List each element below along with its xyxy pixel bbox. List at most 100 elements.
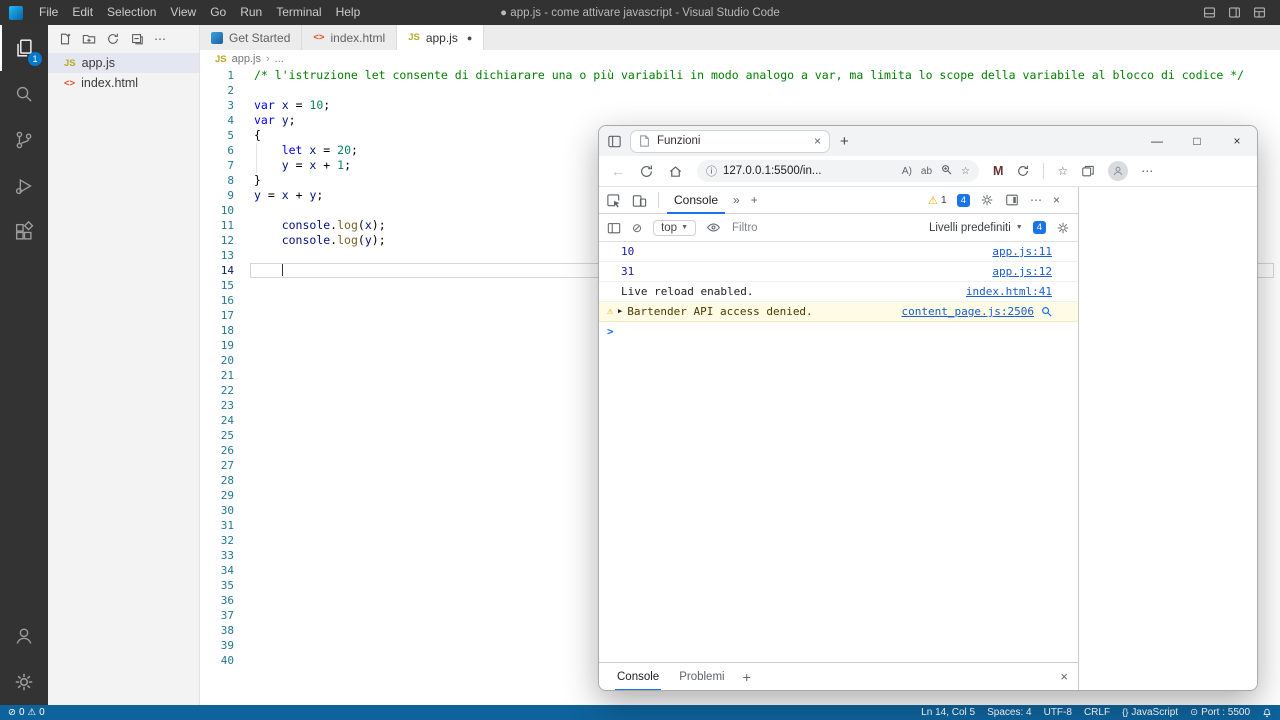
drawer-tab-console[interactable]: Console — [609, 663, 667, 691]
drawer-tab-problems[interactable]: Problemi — [671, 663, 732, 691]
profile-avatar[interactable] — [1108, 161, 1128, 181]
collections-icon[interactable] — [1081, 164, 1095, 178]
add-favorite-star-icon[interactable]: ☆ — [961, 166, 970, 177]
translate-icon[interactable]: ab — [921, 166, 932, 177]
tab-app-js[interactable]: JS app.js ● — [397, 25, 484, 50]
file-item-appjs[interactable]: JS app.js — [48, 53, 199, 73]
notifications-bell-icon[interactable] — [1262, 708, 1272, 718]
zoom-icon[interactable] — [941, 164, 952, 178]
live-server-port[interactable]: ⊙ Port : 5500 — [1190, 707, 1250, 718]
more-tabs-icon[interactable]: » — [733, 193, 740, 207]
modified-dot-icon[interactable]: ● — [467, 33, 472, 43]
breadcrumb[interactable]: JS app.js › ... — [200, 50, 1280, 68]
console-output[interactable]: 10app.js:1131app.js:12Live reload enable… — [599, 242, 1078, 662]
refresh-button[interactable] — [639, 164, 654, 179]
encoding[interactable]: UTF-8 — [1044, 707, 1072, 718]
expand-arrow-icon[interactable]: ▶ — [618, 305, 622, 318]
console-sidebar-icon[interactable] — [607, 221, 621, 235]
settings-gear-icon[interactable] — [0, 659, 48, 705]
tab-actions-menu-icon[interactable] — [607, 134, 622, 149]
source-link[interactable]: content_page.js:2506 — [902, 305, 1034, 318]
toggle-secondary-sidebar-icon[interactable] — [1228, 6, 1241, 19]
browser-menu-icon[interactable]: ⋯ — [1141, 164, 1153, 178]
menu-go[interactable]: Go — [203, 0, 233, 25]
close-window-button[interactable]: × — [1217, 126, 1257, 156]
minimize-window-button[interactable]: — — [1137, 126, 1177, 156]
file-item-indexhtml[interactable]: <> index.html — [48, 73, 199, 93]
menu-run[interactable]: Run — [233, 0, 269, 25]
address-bar[interactable]: ⓘ 127.0.0.1:5500/in... A) ab ☆ — [697, 160, 979, 182]
warnings-count-badge[interactable]: ⚠ 1 — [928, 194, 947, 207]
extensions-icon[interactable] — [0, 209, 48, 255]
explorer-more-icon[interactable]: ⋯ — [154, 32, 166, 46]
console-prompt[interactable]: > — [599, 322, 1078, 341]
inspect-element-icon[interactable] — [606, 193, 621, 208]
menu-view[interactable]: View — [163, 0, 203, 25]
close-drawer-icon[interactable]: × — [1060, 669, 1068, 684]
browser-tab-funzioni[interactable]: Funzioni × — [630, 130, 830, 153]
explorer-icon[interactable]: 1 — [0, 25, 48, 71]
breadcrumb-symbol[interactable]: ... — [275, 53, 284, 65]
code-line[interactable]: 1/* l'istruzione let consente di dichiar… — [200, 68, 1280, 83]
problems-status[interactable]: ⊘ 0 ⚠ 0 — [8, 707, 45, 718]
javascript-context-selector[interactable]: top ▼ — [653, 220, 696, 236]
breadcrumb-file[interactable]: app.js — [232, 53, 261, 65]
messages-count-badge[interactable]: 4 — [957, 194, 970, 207]
add-devtools-tab-icon[interactable]: + — [751, 193, 758, 207]
menu-selection[interactable]: Selection — [100, 0, 163, 25]
maximize-window-button[interactable]: □ — [1177, 126, 1217, 156]
menu-file[interactable]: File — [32, 0, 65, 25]
devtools-tab-console[interactable]: Console — [667, 187, 725, 214]
collapse-folders-icon[interactable] — [130, 32, 144, 46]
sync-extension-icon[interactable] — [1016, 164, 1030, 178]
log-levels-dropdown[interactable]: Livelli predefiniti ▼ — [929, 222, 1023, 234]
dock-side-icon[interactable] — [1005, 193, 1019, 207]
add-drawer-tab-icon[interactable]: + — [743, 669, 751, 685]
new-file-icon[interactable] — [58, 32, 72, 46]
search-similar-icon[interactable] — [1041, 306, 1052, 317]
refresh-explorer-icon[interactable] — [106, 32, 120, 46]
site-info-icon[interactable]: ⓘ — [706, 163, 717, 179]
run-debug-icon[interactable] — [0, 163, 48, 209]
source-link[interactable]: app.js:12 — [992, 265, 1052, 278]
source-link[interactable]: app.js:11 — [992, 245, 1052, 258]
extension-m-icon[interactable]: M — [993, 164, 1003, 178]
language-mode[interactable]: {} JavaScript — [1122, 707, 1178, 718]
indentation[interactable]: Spaces: 4 — [987, 707, 1031, 718]
new-folder-icon[interactable] — [82, 32, 96, 46]
menu-edit[interactable]: Edit — [65, 0, 100, 25]
code-line[interactable]: 2 — [200, 83, 1280, 98]
menu-terminal[interactable]: Terminal — [269, 0, 328, 25]
toggle-panel-icon[interactable] — [1203, 6, 1216, 19]
devtools-menu-icon[interactable]: ⋯ — [1030, 193, 1042, 207]
menu-help[interactable]: Help — [329, 0, 368, 25]
page-content[interactable] — [1079, 187, 1257, 690]
back-button[interactable]: ← — [611, 163, 625, 179]
eol-sequence[interactable]: CRLF — [1084, 707, 1110, 718]
devtools-settings-gear-icon[interactable] — [980, 193, 994, 207]
customize-layout-icon[interactable] — [1253, 6, 1266, 19]
hidden-messages-badge[interactable]: 4 — [1033, 221, 1046, 234]
source-control-icon[interactable] — [0, 117, 48, 163]
source-link[interactable]: index.html:41 — [966, 285, 1052, 298]
line-number: 16 — [200, 293, 234, 308]
code-line[interactable]: 3var x = 10; — [200, 98, 1280, 113]
search-icon[interactable] — [0, 71, 48, 117]
console-settings-gear-icon[interactable] — [1056, 221, 1070, 235]
live-expression-eye-icon[interactable] — [706, 220, 721, 235]
clear-console-icon[interactable]: ⊘ — [632, 221, 642, 235]
console-filter-input[interactable] — [732, 222, 850, 234]
home-button[interactable] — [668, 164, 683, 179]
close-tab-icon[interactable]: × — [814, 134, 821, 148]
cursor-position[interactable]: Ln 14, Col 5 — [921, 707, 975, 718]
tab-get-started[interactable]: Get Started — [200, 25, 302, 50]
favorites-icon[interactable]: ☆ — [1057, 164, 1068, 178]
account-icon[interactable] — [0, 613, 48, 659]
tab-index-html[interactable]: <> index.html — [302, 25, 397, 50]
url-text[interactable]: 127.0.0.1:5500/in... — [723, 165, 821, 177]
close-devtools-icon[interactable]: × — [1053, 193, 1060, 207]
warning-icon: ⚠ — [928, 194, 938, 207]
device-toolbar-icon[interactable] — [632, 193, 647, 208]
new-tab-button[interactable]: + — [840, 133, 849, 150]
read-aloud-icon[interactable]: A) — [902, 166, 912, 177]
